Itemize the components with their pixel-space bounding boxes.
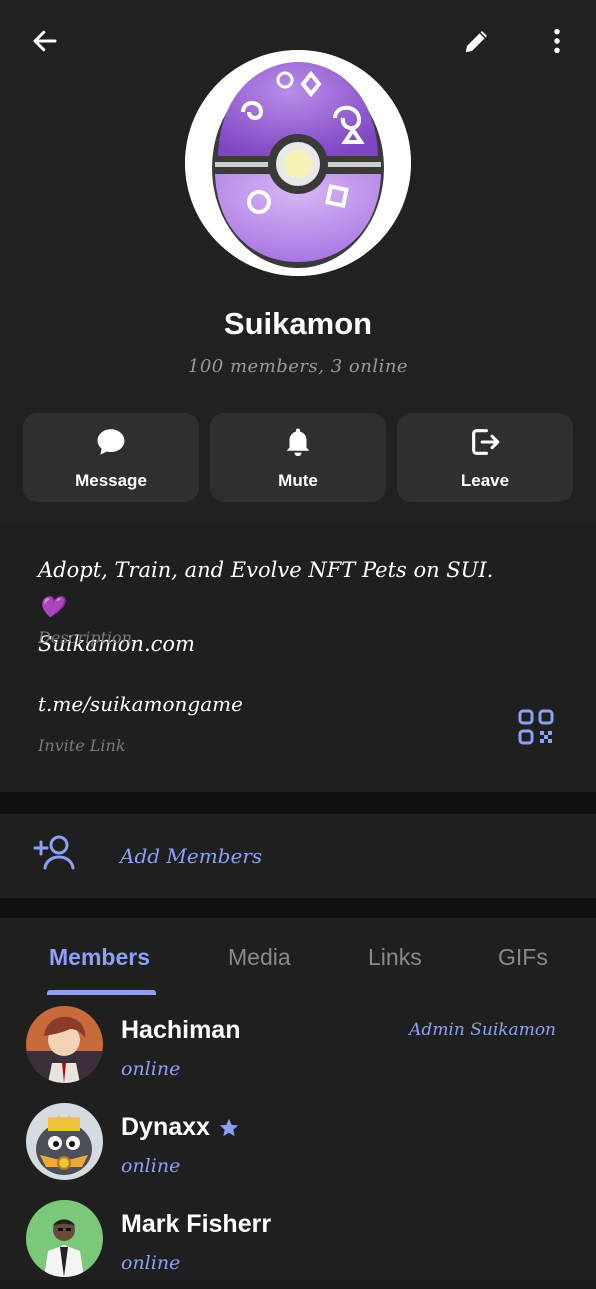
purple-heart-emoji: 💜 — [38, 595, 65, 619]
edit-button[interactable] — [454, 18, 500, 64]
add-members-label: Add Members — [120, 844, 263, 868]
add-members-button[interactable]: Add Members — [0, 814, 596, 898]
member-status: online — [121, 1252, 181, 1274]
message-label: Message — [75, 471, 147, 490]
member-status: online — [121, 1155, 181, 1177]
invite-link[interactable]: t.me/suikamongame — [38, 692, 243, 716]
add-user-icon — [33, 835, 75, 870]
member-row[interactable]: Dynaxx online — [0, 1095, 596, 1192]
description-caption: Description — [38, 628, 132, 647]
bell-icon — [286, 428, 310, 457]
description-line1: Adopt, Train, and Evolve NFT Pets on SUI… — [38, 558, 494, 582]
leave-label: Leave — [460, 471, 510, 490]
qr-code-icon — [518, 709, 554, 745]
member-name: Mark Fisherr — [121, 1210, 272, 1238]
avatar — [26, 1200, 103, 1277]
member-status: online — [121, 1058, 181, 1080]
member-role: Admin Suikamon — [409, 1020, 556, 1040]
member-row[interactable]: Mark Fisherr online — [0, 1192, 596, 1289]
more-options-button[interactable] — [534, 18, 580, 64]
member-name-wrap: Dynaxx — [121, 1113, 240, 1142]
tab-media[interactable]: Media — [228, 944, 291, 971]
tab-members[interactable]: Members — [49, 944, 150, 971]
info-section: Adopt, Train, and Evolve NFT Pets on SUI… — [0, 522, 596, 792]
back-button[interactable] — [22, 18, 68, 64]
member-name: Hachiman — [121, 1016, 241, 1044]
tab-links[interactable]: Links — [368, 944, 422, 971]
tab-bar: Members Media Links GIFs — [0, 918, 596, 998]
dots-vertical-icon — [554, 28, 560, 54]
message-button[interactable]: Message — [23, 413, 199, 502]
section-divider — [0, 898, 596, 918]
member-row[interactable]: Hachiman online Admin Suikamon — [0, 998, 596, 1095]
logout-icon — [472, 429, 500, 455]
mute-button[interactable]: Mute — [210, 413, 386, 502]
member-list: Hachiman online Admin Suikamon Dynaxx on… — [0, 998, 596, 1280]
active-tab-indicator — [47, 990, 156, 995]
pencil-icon — [465, 31, 487, 53]
group-avatar[interactable] — [185, 50, 411, 276]
egg-ball-logo — [185, 50, 411, 276]
section-divider — [0, 792, 596, 814]
star-icon — [219, 1118, 239, 1136]
tab-gifs[interactable]: GIFs — [498, 944, 548, 971]
avatar — [26, 1006, 103, 1083]
arrow-left-icon — [33, 30, 57, 52]
leave-button[interactable]: Leave — [397, 413, 573, 502]
avatar — [26, 1103, 103, 1180]
chat-bubble-icon — [97, 429, 125, 455]
qr-code-button[interactable] — [517, 708, 555, 746]
mute-label: Mute — [278, 471, 318, 490]
group-name: Suikamon — [223, 306, 373, 341]
member-name: Dynaxx — [121, 1113, 210, 1141]
invite-link-caption: Invite Link — [38, 736, 126, 755]
member-count: 100 members, 3 online — [187, 356, 409, 377]
